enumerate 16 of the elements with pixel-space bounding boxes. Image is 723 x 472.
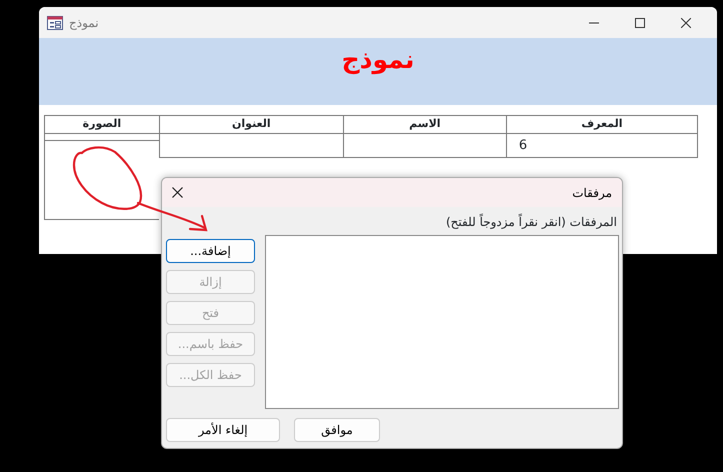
window-title: نموذج bbox=[69, 14, 99, 32]
close-icon[interactable] bbox=[172, 187, 183, 198]
column-header: العنوان bbox=[159, 116, 344, 134]
form-heading: نموذج bbox=[342, 44, 414, 76]
column-header: الصورة bbox=[44, 115, 159, 134]
column-header: المعرف bbox=[506, 116, 698, 134]
cancel-button[interactable]: إلغاء الأمر bbox=[166, 418, 280, 442]
action-button[interactable]: إضافة... bbox=[166, 239, 255, 263]
dialog-title: مرفقات bbox=[572, 184, 612, 202]
table-cell: 6 bbox=[506, 134, 698, 158]
column-header: الاسم bbox=[343, 116, 506, 134]
maximize-button[interactable] bbox=[635, 18, 645, 28]
attachments-label: المرفقات (انقر نقراً مزدوجاً للفتح) bbox=[446, 215, 617, 229]
form-icon bbox=[47, 16, 63, 30]
ok-button[interactable]: موافق bbox=[294, 418, 380, 442]
close-button[interactable] bbox=[681, 18, 691, 28]
